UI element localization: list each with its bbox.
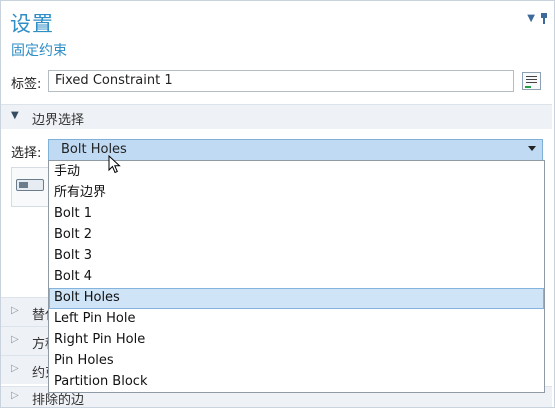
panel-controls: ▼ — [527, 13, 547, 24]
section-label: 替代 — [32, 308, 48, 323]
option-pin-holes[interactable]: Pin Holes — [49, 351, 544, 372]
label-input[interactable]: Fixed Constraint 1 — [48, 70, 514, 92]
option-left-pin-hole[interactable]: Left Pin Hole — [49, 309, 544, 330]
option-bolt-1[interactable]: Bolt 1 — [49, 204, 544, 225]
chevron-down-icon — [528, 146, 536, 151]
section-label: 约束 — [32, 366, 48, 381]
option-all-boundaries[interactable]: 所有边界 — [49, 183, 544, 204]
option-right-pin-hole[interactable]: Right Pin Hole — [49, 330, 544, 351]
option-partition-block[interactable]: Partition Block — [49, 372, 544, 393]
boundary-selection-section[interactable]: ▼ 边界选择 — [1, 104, 552, 129]
expand-arrow-icon: ▷ — [11, 390, 19, 401]
option-bolt-3[interactable]: Bolt 3 — [49, 246, 544, 267]
option-bolt-2[interactable]: Bolt 2 — [49, 225, 544, 246]
expand-arrow-icon: ▷ — [11, 334, 19, 345]
label-field-label: 标签: — [11, 77, 42, 92]
pin-icon[interactable] — [541, 13, 547, 24]
section-label: 方程 — [32, 337, 48, 352]
toggle-icon[interactable] — [16, 179, 44, 191]
collapsed-section-equation[interactable]: ▷ 方程 — [1, 326, 48, 355]
page-subtitle: 固定约束 — [11, 43, 67, 59]
option-bolt-holes[interactable]: Bolt Holes — [49, 288, 544, 309]
expand-arrow-icon: ▷ — [11, 363, 19, 374]
section-title: 边界选择 — [32, 113, 85, 128]
mouse-cursor-icon — [108, 155, 121, 174]
collapsed-section-override[interactable]: ▷ 替代 — [1, 297, 48, 326]
option-bolt-4[interactable]: Bolt 4 — [49, 267, 544, 288]
collapsed-section-constraint[interactable]: ▷ 约束 — [1, 355, 48, 384]
panel-menu-icon[interactable]: ▼ — [527, 13, 535, 24]
selection-options-list: 手动 所有边界 Bolt 1 Bolt 2 Bolt 3 Bolt 4 Bolt… — [48, 160, 545, 393]
page-title: 设置 — [10, 12, 54, 36]
collapse-arrow-icon: ▼ — [11, 110, 19, 121]
comment-icon[interactable] — [522, 72, 541, 90]
selection-label: 选择: — [11, 146, 42, 161]
expand-arrow-icon: ▷ — [11, 305, 19, 316]
